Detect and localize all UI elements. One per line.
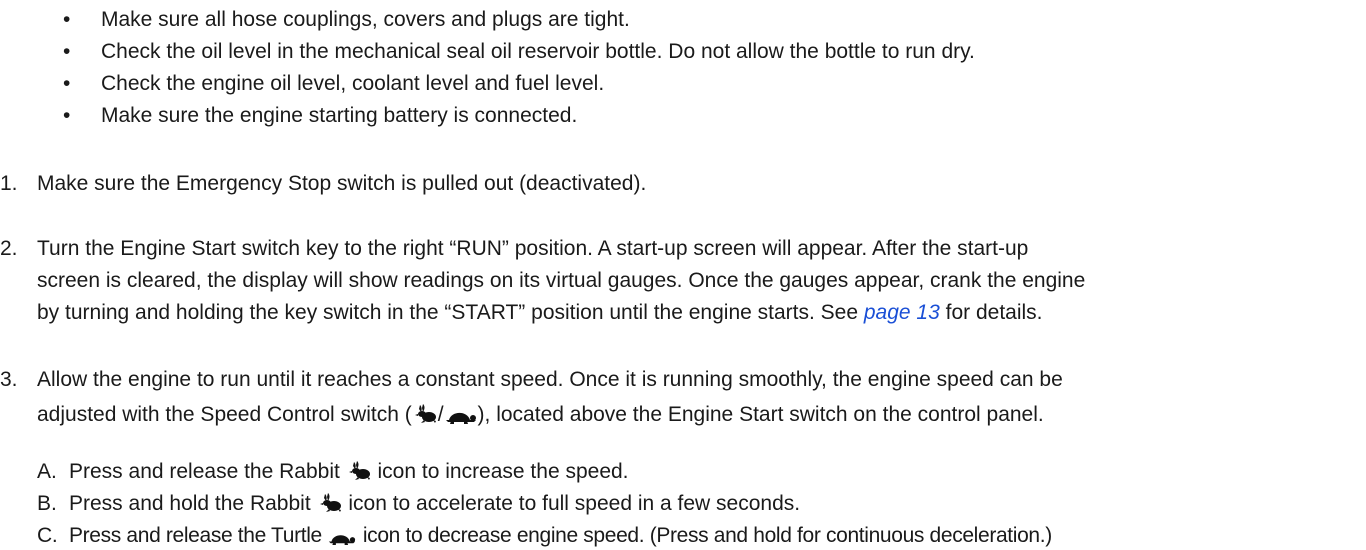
bullet-text: Check the engine oil level, coolant leve… — [101, 72, 605, 95]
substep-letter: A. — [37, 460, 57, 483]
substep-text: Press and hold the Rabbit icon to accele… — [69, 492, 800, 516]
step-number: 2. — [0, 237, 18, 260]
substep-text: Press and release the Rabbit icon to inc… — [69, 460, 629, 484]
step-number: 1. — [0, 172, 18, 195]
bullet-text: Make sure the engine starting battery is… — [101, 104, 578, 127]
bullet-glyph: • — [63, 72, 71, 95]
step-text-segment: adjusted with the Speed Control switch ( — [37, 403, 412, 426]
substep-text-segment: Press and release the Turtle — [69, 524, 322, 547]
substep-text-segment: Press and release the Rabbit — [69, 460, 340, 483]
substep-text-segment: icon to increase the speed. — [377, 460, 629, 483]
rabbit-icon — [348, 461, 370, 480]
step-text-line: Turn the Engine Start switch key to the … — [37, 237, 1029, 260]
step-text-line: screen is cleared, the display will show… — [37, 269, 1086, 292]
step-text-segment: for details. — [939, 301, 1043, 324]
rabbit-icon — [319, 493, 341, 512]
step-text-line: by turning and holding the key switch in… — [37, 301, 1043, 325]
step-number: 3. — [0, 368, 18, 391]
bullet-glyph: • — [63, 40, 71, 63]
substep-letter: B. — [37, 492, 57, 515]
bullet-glyph: • — [63, 8, 71, 31]
page-link[interactable]: page 13 — [864, 301, 940, 324]
step-text-segment: ), located above the Engine Start switch… — [477, 403, 1044, 426]
step-text-line: Allow the engine to run until it reaches… — [37, 368, 1063, 391]
substep-letter: C. — [37, 524, 58, 547]
step-text-line: adjusted with the Speed Control switch (… — [37, 403, 1044, 427]
substep-text-segment: icon to decrease engine speed. (Press an… — [362, 524, 1052, 547]
step-text-segment: by turning and holding the key switch in… — [37, 301, 864, 324]
turtle-icon — [445, 412, 476, 424]
bullet-text: Check the oil level in the mechanical se… — [101, 40, 975, 63]
turtle-icon — [329, 535, 356, 545]
bullet-glyph: • — [63, 104, 71, 127]
substep-text-segment: Press and hold the Rabbit — [69, 492, 311, 515]
step-text: Make sure the Emergency Stop switch is p… — [37, 172, 647, 195]
rabbit-icon — [414, 404, 436, 423]
substep-text-segment: icon to accelerate to full speed in a fe… — [348, 492, 801, 515]
bullet-text: Make sure all hose couplings, covers and… — [101, 8, 630, 31]
substep-text: Press and release the Turtle icon to dec… — [69, 524, 1052, 548]
